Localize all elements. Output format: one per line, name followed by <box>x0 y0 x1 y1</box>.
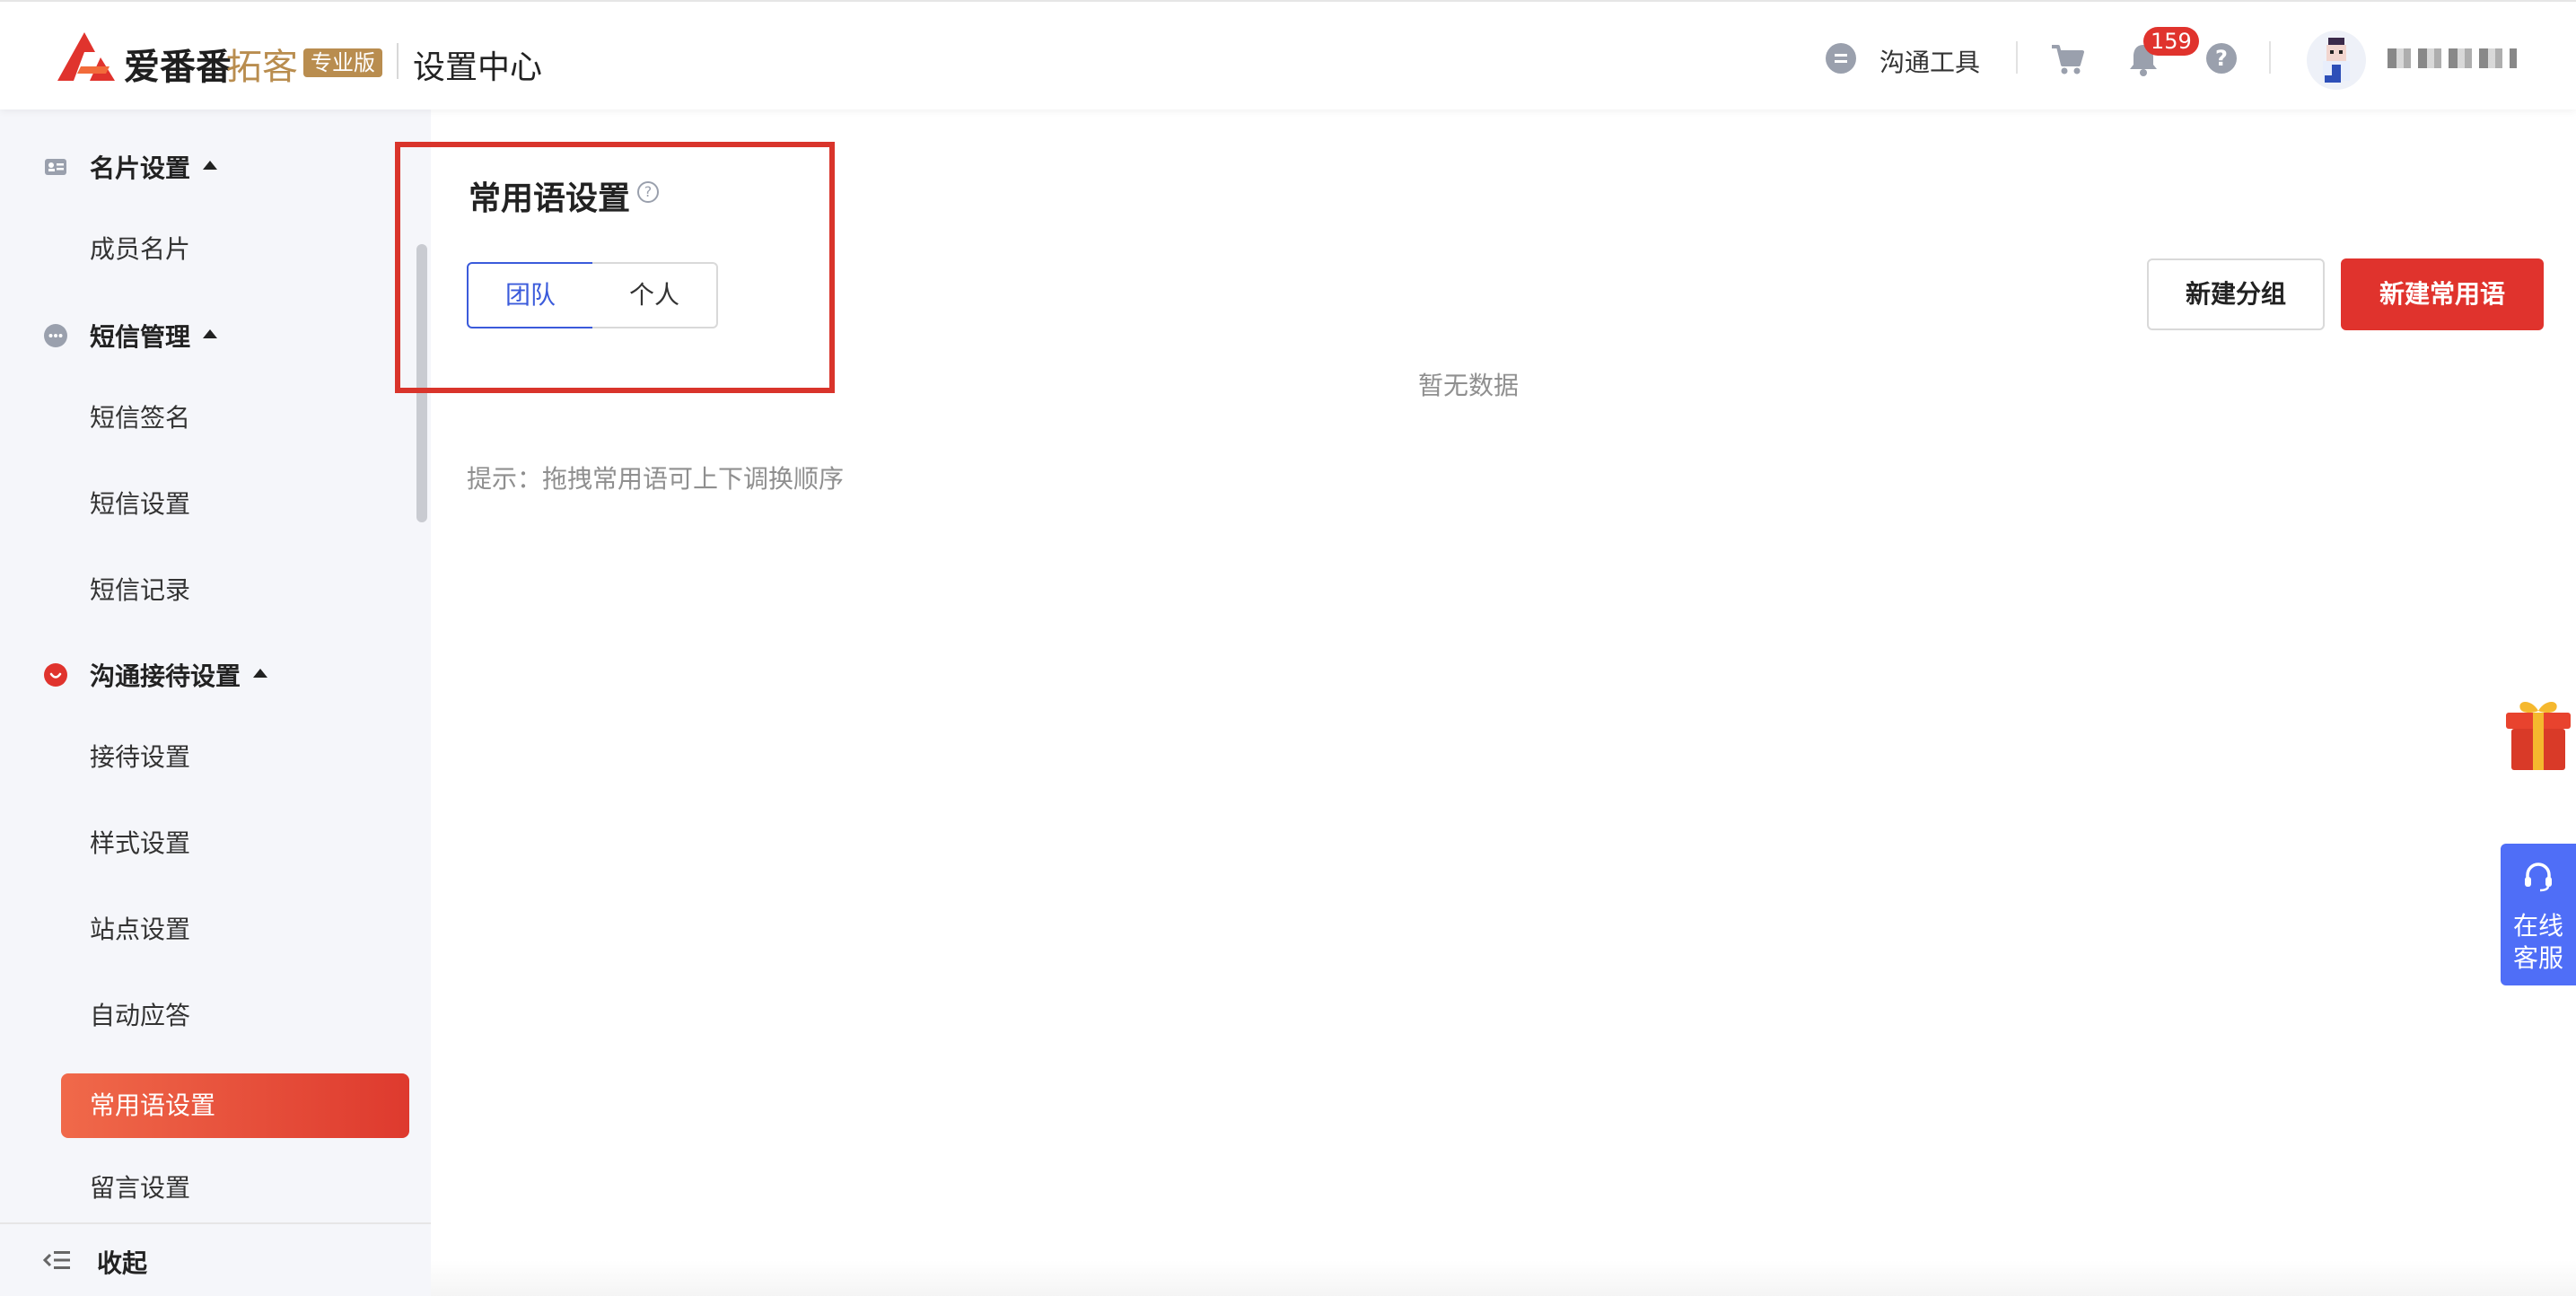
sidebar-group-label: 短信管理 <box>90 322 191 352</box>
brand-name[interactable]: 爱番番 <box>124 38 232 90</box>
main-content: 常用语设置 ? 团队 个人 新建分组 新建常用语 暂无数据 提示：拖拽常用语可上… <box>431 109 2576 1296</box>
aifanfan-logo-icon[interactable] <box>54 27 118 84</box>
tab-team[interactable]: 团队 <box>467 262 594 328</box>
card-icon <box>45 159 66 175</box>
communication-tool-link[interactable]: 沟通工具 <box>1879 43 1980 79</box>
user-name-redacted[interactable] <box>2388 48 2517 68</box>
sidebar-item-message-settings[interactable]: 留言设置 <box>90 1163 190 1213</box>
support-label-line2: 客服 <box>2512 943 2563 973</box>
sidebar-group-reception-settings[interactable]: 沟通接待设置 <box>43 650 268 700</box>
header-separator <box>2016 41 2018 74</box>
drag-hint-text: 提示：拖拽常用语可上下调换顺序 <box>467 464 845 494</box>
new-group-button[interactable]: 新建分组 <box>2147 258 2325 330</box>
gift-icon[interactable] <box>2501 695 2576 772</box>
headset-icon <box>2525 863 2552 892</box>
sidebar: 名片设置 成员名片 短信管理 短信签名 短信设置 短信记录 沟通接待设置 接待设… <box>0 109 431 1296</box>
sidebar-scrollbar[interactable] <box>416 244 427 522</box>
sidebar-item-site-settings[interactable]: 站点设置 <box>90 905 190 955</box>
sidebar-group-label: 名片设置 <box>90 153 191 183</box>
help-icon[interactable]: ? <box>2206 43 2237 74</box>
sidebar-item-sms-records[interactable]: 短信记录 <box>90 565 190 616</box>
caret-up-icon <box>203 161 218 170</box>
tab-personal[interactable]: 个人 <box>592 262 718 328</box>
support-label-line1: 在线 <box>2512 911 2563 941</box>
new-common-phrase-button[interactable]: 新建常用语 <box>2341 258 2544 330</box>
sidebar-item-style-settings[interactable]: 样式设置 <box>90 819 190 869</box>
sidebar-item-reception-settings[interactable]: 接待设置 <box>90 732 190 783</box>
pixel-avatar-icon <box>2323 38 2350 83</box>
sidebar-collapse-button[interactable]: 收起 <box>0 1222 431 1296</box>
edition-badge: 专业版 <box>303 48 382 77</box>
empty-state-text: 暂无数据 <box>1418 371 1520 400</box>
collapse-menu-icon <box>43 1251 70 1269</box>
caret-up-icon <box>203 329 218 338</box>
sidebar-menu: 名片设置 成员名片 短信管理 短信签名 短信设置 短信记录 沟通接待设置 接待设… <box>0 109 431 1222</box>
question-circle-icon[interactable]: ? <box>637 181 659 203</box>
section-title: 常用语设置 <box>469 180 631 217</box>
chat-bubble-icon <box>44 324 67 347</box>
header-divider <box>397 43 399 79</box>
sidebar-item-common-phrases[interactable]: 常用语设置 <box>61 1073 409 1138</box>
sidebar-group-card-settings[interactable]: 名片设置 <box>43 142 218 192</box>
sidebar-item-sms-settings[interactable]: 短信设置 <box>90 479 190 530</box>
sidebar-item-sms-signature[interactable]: 短信签名 <box>90 393 190 443</box>
caret-up-icon <box>253 669 268 678</box>
online-support-button[interactable]: 在线 客服 <box>2501 844 2576 985</box>
sidebar-group-sms-management[interactable]: 短信管理 <box>43 311 218 361</box>
top-header: 爱番番 拓客 专业版 设置中心 沟通工具 159 ? <box>0 0 2576 109</box>
sidebar-item-auto-reply[interactable]: 自动应答 <box>90 991 190 1041</box>
reception-icon <box>44 663 67 687</box>
support-label: 在线 客服 <box>2501 910 2576 975</box>
notification-count-badge: 159 <box>2143 27 2199 56</box>
bottom-shadow <box>431 1260 2576 1296</box>
page-title: 设置中心 <box>413 49 543 86</box>
sidebar-item-member-card[interactable]: 成员名片 <box>90 224 190 275</box>
collapse-label: 收起 <box>97 1248 148 1278</box>
communication-tool-icon[interactable] <box>1826 43 1856 74</box>
header-separator <box>2269 41 2271 74</box>
avatar[interactable] <box>2307 31 2366 90</box>
brand-subtitle: 拓客 <box>226 47 298 88</box>
cart-icon[interactable] <box>2050 41 2086 77</box>
sidebar-group-label: 沟通接待设置 <box>90 661 241 691</box>
